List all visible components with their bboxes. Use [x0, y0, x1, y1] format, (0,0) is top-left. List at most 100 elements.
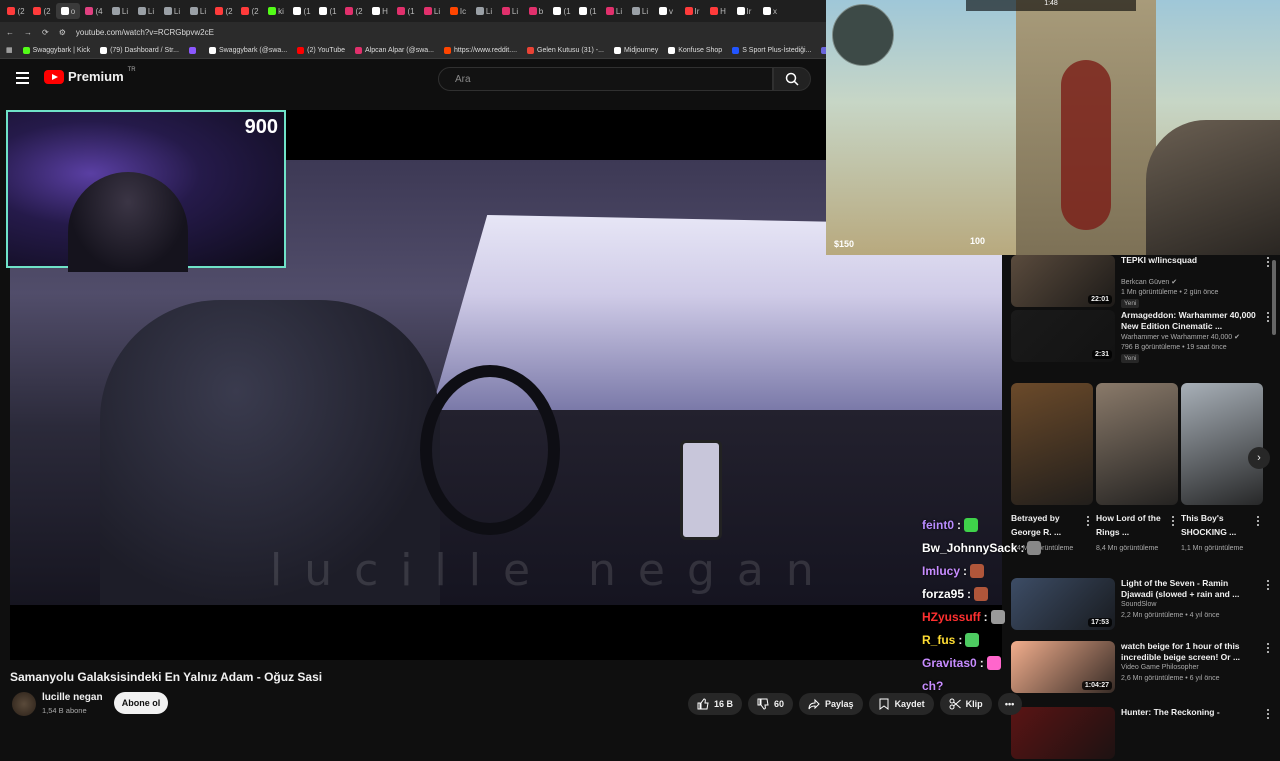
shorts-item[interactable]: This Boy's SHOCKING ... 1,1 Mn görüntülem…	[1181, 383, 1263, 554]
bookmark-item[interactable]: Gelen Kutusu (31) -...	[527, 46, 604, 54]
shorts-thumbnail[interactable]	[1011, 383, 1093, 505]
browser-tab[interactable]: (1	[576, 3, 600, 19]
browser-tab[interactable]: (2	[4, 3, 28, 19]
browser-tab[interactable]: Li	[420, 3, 444, 19]
clip-button[interactable]: Klip	[939, 693, 992, 715]
browser-tab[interactable]: Li	[602, 3, 626, 19]
bookmark-item[interactable]: Midjourney	[613, 46, 658, 54]
video-title[interactable]: Hunter: The Reckoning -	[1121, 707, 1261, 718]
search-button[interactable]	[773, 67, 811, 91]
shorts-next-button[interactable]: ›	[1248, 447, 1270, 469]
more-options-icon[interactable]	[1267, 580, 1270, 591]
recommended-video[interactable]: 2:31 Armageddon: Warhammer 40,000 New Edi…	[1011, 310, 1276, 364]
apps-icon[interactable]: ▦	[6, 46, 13, 54]
bookmark-item[interactable]: (79) Dashboard / Str...	[100, 46, 179, 54]
shorts-item[interactable]: Betrayed by George R. ... 8,4 Mn görüntül…	[1011, 383, 1093, 554]
browser-tab[interactable]: (2	[342, 3, 366, 19]
shorts-item[interactable]: How Lord of the Rings ... 8,4 Mn görüntül…	[1096, 383, 1178, 554]
bookmark-item[interactable]: S Sport Plus-İstediği...	[732, 46, 811, 54]
recommended-video[interactable]: 22:01 TEPKI w/lincsquad Berkcan Güven ✔ 1 M…	[1011, 255, 1276, 309]
shorts-title[interactable]: This Boy's SHOCKING ...	[1181, 511, 1251, 539]
browser-tab[interactable]: ki	[264, 3, 288, 19]
browser-tab[interactable]: (1	[316, 3, 340, 19]
browser-tab[interactable]: (2	[238, 3, 262, 19]
forward-icon[interactable]: →	[24, 28, 32, 37]
browser-tab[interactable]: (4	[82, 3, 106, 19]
back-icon[interactable]: ←	[6, 28, 14, 37]
share-button[interactable]: Paylaş	[799, 693, 863, 715]
tab-favicon-icon	[736, 7, 745, 15]
video-thumbnail[interactable]: 22:01	[1011, 255, 1115, 307]
browser-tab[interactable]: v	[654, 3, 678, 19]
avatar[interactable]	[12, 692, 36, 716]
search-input[interactable]: Ara	[438, 67, 773, 91]
browser-tab[interactable]: H	[368, 3, 392, 19]
site-info-icon[interactable]: ⚙	[59, 28, 66, 37]
browser-tab[interactable]: Li	[160, 3, 184, 19]
bookmark-item[interactable]: Swaggybark | Kick	[22, 46, 90, 54]
bookmark-item[interactable]: Konfuse Shop	[668, 46, 722, 54]
browser-tab[interactable]: o	[56, 3, 80, 19]
browser-tab[interactable]: Li	[498, 3, 522, 19]
more-options-icon[interactable]	[1257, 516, 1259, 528]
browser-tab[interactable]: x	[758, 3, 782, 19]
browser-tab[interactable]: Li	[108, 3, 132, 19]
bookmark-item[interactable]: https://www.reddit....	[444, 46, 517, 54]
recommended-video[interactable]: Hunter: The Reckoning -	[1011, 707, 1276, 761]
browser-tab[interactable]: Li	[134, 3, 158, 19]
video-title[interactable]: Light of the Seven - Ramin Djawadi (slow…	[1121, 578, 1261, 600]
video-thumbnail[interactable]: 1:04:27	[1011, 641, 1115, 693]
bookmark-item[interactable]: (2) YouTube	[297, 46, 345, 54]
browser-tab[interactable]: b	[524, 3, 548, 19]
menu-icon[interactable]	[16, 72, 29, 84]
video-title[interactable]: watch beige for 1 hour of this incredibl…	[1121, 641, 1261, 663]
shorts-title[interactable]: How Lord of the Rings ...	[1096, 511, 1166, 539]
reload-icon[interactable]: ⟳	[42, 28, 49, 37]
url-text[interactable]: youtube.com/watch?v=RCRGbpvw2cE	[76, 28, 214, 37]
shorts-thumbnail[interactable]	[1096, 383, 1178, 505]
subscribe-button[interactable]: Abone ol	[114, 692, 168, 714]
scrollbar[interactable]	[1272, 260, 1276, 335]
bookmark-favicon-icon	[100, 46, 108, 54]
shorts-thumbnail[interactable]	[1181, 383, 1263, 505]
channel-name[interactable]: lucille negan	[42, 692, 103, 703]
recommended-video[interactable]: 1:04:27 watch beige for 1 hour of this in…	[1011, 641, 1276, 695]
browser-tab[interactable]: (1	[290, 3, 314, 19]
channel-name[interactable]: Warhammer ve Warhammer 40,000 ✔	[1121, 333, 1240, 341]
dislike-button[interactable]: 60	[748, 693, 794, 715]
bookmark-item[interactable]: Swaggybark (@swa...	[208, 46, 287, 54]
browser-tab[interactable]: Li	[472, 3, 496, 19]
game-radar	[832, 4, 894, 66]
more-options-icon[interactable]	[1267, 312, 1270, 323]
video-title[interactable]: Armageddon: Warhammer 40,000 New Edition…	[1121, 310, 1261, 332]
browser-tab[interactable]: (1	[550, 3, 574, 19]
youtube-logo[interactable]: Premium TR	[44, 67, 136, 84]
channel-name[interactable]: Berkcan Güven ✔	[1121, 278, 1177, 286]
browser-tab[interactable]: Ir	[732, 3, 756, 19]
browser-tab[interactable]: Li	[186, 3, 210, 19]
browser-tab[interactable]: H	[706, 3, 730, 19]
browser-tab[interactable]: Li	[628, 3, 652, 19]
video-thumbnail[interactable]: 2:31	[1011, 310, 1115, 362]
browser-tab[interactable]: (2	[30, 3, 54, 19]
video-thumbnail[interactable]: 17:53	[1011, 578, 1115, 630]
browser-tab[interactable]: (2	[212, 3, 236, 19]
more-options-icon[interactable]	[1267, 257, 1270, 268]
channel-name[interactable]: Video Game Philosopher	[1121, 664, 1199, 671]
more-actions-button[interactable]: •••	[997, 693, 1022, 715]
video-thumbnail[interactable]	[1011, 707, 1115, 759]
save-button[interactable]: Kaydet	[868, 693, 934, 715]
like-button[interactable]: 16 B	[688, 693, 743, 715]
browser-tab[interactable]: Ir	[680, 3, 704, 19]
more-options-icon[interactable]	[1087, 516, 1089, 528]
video-title[interactable]: TEPKI w/lincsquad	[1121, 255, 1261, 266]
recommended-video[interactable]: 17:53 Light of the Seven - Ramin Djawadi …	[1011, 578, 1276, 632]
more-options-icon[interactable]	[1172, 516, 1174, 528]
bookmark-item[interactable]	[188, 46, 199, 54]
more-options-icon[interactable]	[1267, 709, 1270, 720]
browser-tab[interactable]: Ic	[446, 3, 470, 19]
channel-name[interactable]: SoundSlow	[1121, 601, 1156, 608]
bookmark-item[interactable]: Alpcan Alpar (@swa...	[355, 46, 434, 54]
browser-tab[interactable]: (1	[394, 3, 418, 19]
more-options-icon[interactable]	[1267, 643, 1270, 654]
